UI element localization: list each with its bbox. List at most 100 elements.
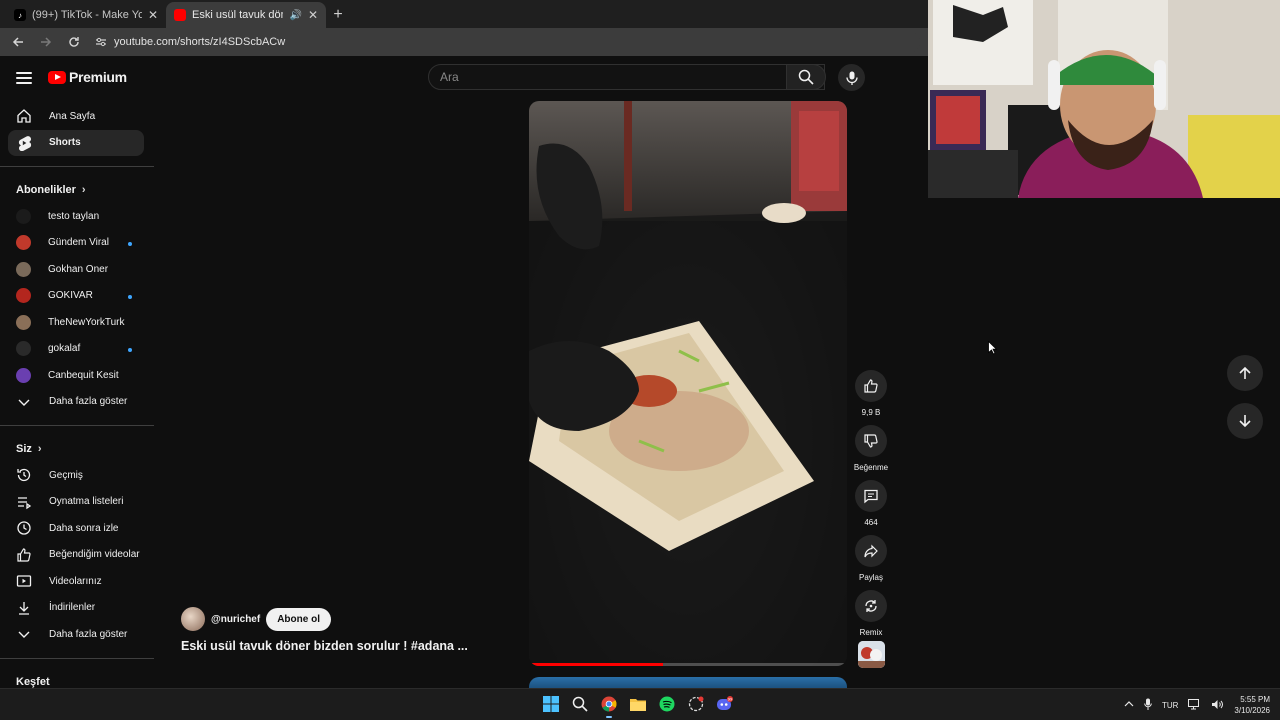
- sidebar-item-subscription[interactable]: gokalaf: [0, 336, 146, 363]
- search-box[interactable]: [428, 64, 825, 90]
- forward-button[interactable]: [34, 30, 58, 54]
- share-action[interactable]: Paylaş: [852, 535, 890, 582]
- discord-icon: 99: [717, 696, 733, 710]
- close-tab-icon[interactable]: ✕: [148, 8, 158, 22]
- taskbar-file-explorer[interactable]: [627, 693, 649, 715]
- video-title[interactable]: Eski usül tavuk döner bizden sorulur ! #…: [181, 639, 468, 653]
- tab-title: Eski usül tavuk döner bizden: [192, 9, 283, 21]
- sound-thumbnail[interactable]: [858, 641, 885, 668]
- clock[interactable]: 5:55 PM 3/10/2026: [1234, 694, 1270, 716]
- share-icon: [864, 544, 878, 558]
- url-text[interactable]: youtube.com/shorts/zI4SDScbACw: [114, 36, 285, 48]
- previous-short-button[interactable]: [1227, 355, 1263, 391]
- sidebar-item-playlists[interactable]: Oynatma listeleri: [0, 489, 146, 516]
- home-icon: [16, 108, 32, 124]
- sidebar-item-label: gokalaf: [48, 343, 81, 355]
- next-short-button[interactable]: [1227, 403, 1263, 439]
- sidebar-item-subscription[interactable]: TheNewYorkTurk: [0, 309, 146, 336]
- subscriptions-header[interactable]: Abonelikler ›: [0, 177, 154, 203]
- sidebar-item-subscription[interactable]: Canbequit Kesit: [0, 362, 146, 389]
- channel-avatar-thumb: [858, 641, 885, 668]
- sidebar-item-subscription[interactable]: testo taylan: [0, 203, 146, 230]
- back-arrow-icon: [12, 37, 23, 47]
- share-button[interactable]: [855, 535, 887, 567]
- sidebar-item-downloads[interactable]: İndirilenler: [0, 595, 146, 622]
- taskbar-discord[interactable]: 99: [714, 693, 736, 715]
- chevron-up-icon[interactable]: [1124, 700, 1134, 710]
- site-info-icon[interactable]: [94, 35, 108, 49]
- taskbar-spotify[interactable]: [656, 693, 678, 715]
- comments-action[interactable]: 464: [852, 480, 890, 527]
- like-button[interactable]: [855, 370, 887, 402]
- like-action[interactable]: 9,9 B: [852, 370, 890, 417]
- chevron-right-icon: ›: [81, 184, 86, 196]
- sidebar-item-label: Gokhan Oner: [48, 263, 109, 275]
- search-button[interactable]: [786, 64, 826, 90]
- comments-button[interactable]: [855, 480, 887, 512]
- menu-button[interactable]: [12, 66, 36, 90]
- youtube-premium-logo[interactable]: Premium: [48, 69, 127, 85]
- avatar: [16, 341, 31, 357]
- video-progress-bar[interactable]: [529, 663, 847, 666]
- subscribe-button[interactable]: Abone ol: [266, 607, 331, 631]
- section-title: Siz: [16, 443, 32, 455]
- shorts-video-player[interactable]: [529, 101, 847, 666]
- chevron-down-icon: [16, 626, 32, 642]
- tab-tiktok[interactable]: ♪ (99+) TikTok - Make Your Day ✕: [6, 2, 166, 28]
- sidebar-item-label: Daha sonra izle: [49, 522, 119, 534]
- microphone-icon: [845, 71, 858, 85]
- speaker-icon[interactable]: 🔊: [289, 10, 301, 21]
- tab-youtube-shorts[interactable]: Eski usül tavuk döner bizden 🔊 ✕: [166, 2, 326, 28]
- start-button[interactable]: [540, 693, 562, 715]
- sidebar-item-liked-videos[interactable]: Beğendiğim videolar: [0, 542, 146, 569]
- sidebar-item-subscription[interactable]: Gündem Viral: [0, 230, 146, 257]
- new-tab-button[interactable]: +: [326, 2, 350, 28]
- divider: [0, 166, 154, 167]
- volume-icon[interactable]: [1211, 699, 1224, 712]
- sidebar-item-label: İndirilenler: [49, 602, 96, 614]
- sidebar: Ana Sayfa Shorts Abonelikler › testo tay…: [0, 100, 154, 688]
- show-more-you[interactable]: Daha fazla göster: [0, 621, 146, 648]
- webcam-feed: [928, 0, 1280, 198]
- dislike-action[interactable]: Beğenme: [852, 425, 890, 472]
- search-input[interactable]: [440, 70, 824, 84]
- remix-button[interactable]: [855, 590, 887, 622]
- taskbar-search[interactable]: [569, 693, 591, 715]
- show-more-subscriptions[interactable]: Daha fazla göster: [0, 389, 146, 416]
- channel-info: @nurichef Abone ol: [181, 607, 331, 631]
- microphone-icon[interactable]: [1144, 698, 1152, 712]
- sidebar-item-your-videos[interactable]: Videolarınız: [0, 568, 146, 595]
- network-icon[interactable]: [1188, 698, 1201, 712]
- app-circle-icon: [688, 696, 704, 712]
- taskbar-apps: 99: [540, 693, 736, 718]
- omnibox[interactable]: youtube.com/shorts/zI4SDScbACw: [90, 31, 920, 53]
- taskbar-chrome[interactable]: [598, 693, 620, 718]
- sidebar-item-label: Daha fazla göster: [49, 396, 128, 408]
- divider: [0, 657, 154, 659]
- reload-button[interactable]: [62, 30, 86, 54]
- avatar[interactable]: [181, 607, 205, 631]
- sidebar-item-label: Daha fazla göster: [49, 628, 128, 640]
- sidebar-item-label: Oynatma listeleri: [49, 496, 124, 508]
- sidebar-item-history[interactable]: Geçmiş: [0, 462, 146, 489]
- input-language[interactable]: TUR: [1162, 701, 1178, 710]
- you-header[interactable]: Siz ›: [0, 436, 154, 462]
- sidebar-item-home[interactable]: Ana Sayfa: [0, 103, 146, 130]
- dislike-button[interactable]: [855, 425, 887, 457]
- taskbar-app-circle[interactable]: [685, 693, 707, 715]
- browser-tab-bar: ♪ (99+) TikTok - Make Your Day ✕ Eski us…: [0, 0, 928, 28]
- voice-search-button[interactable]: [838, 64, 865, 91]
- explore-header: Keşfet: [0, 669, 154, 689]
- close-tab-icon[interactable]: ✕: [308, 8, 318, 22]
- comment-count: 464: [864, 518, 878, 527]
- back-button[interactable]: [6, 30, 30, 54]
- sidebar-item-subscription[interactable]: GOKIVAR: [0, 283, 146, 310]
- sidebar-item-shorts[interactable]: Shorts: [8, 129, 144, 156]
- sidebar-item-subscription[interactable]: Gokhan Oner: [0, 256, 146, 283]
- windows-icon: [543, 696, 559, 712]
- remix-action[interactable]: Remix: [852, 590, 890, 637]
- sidebar-item-watch-later[interactable]: Daha sonra izle: [0, 515, 146, 542]
- system-tray: TUR 5:55 PM 3/10/2026: [1124, 689, 1270, 720]
- channel-handle[interactable]: @nurichef: [211, 614, 260, 625]
- folder-icon: [630, 699, 646, 711]
